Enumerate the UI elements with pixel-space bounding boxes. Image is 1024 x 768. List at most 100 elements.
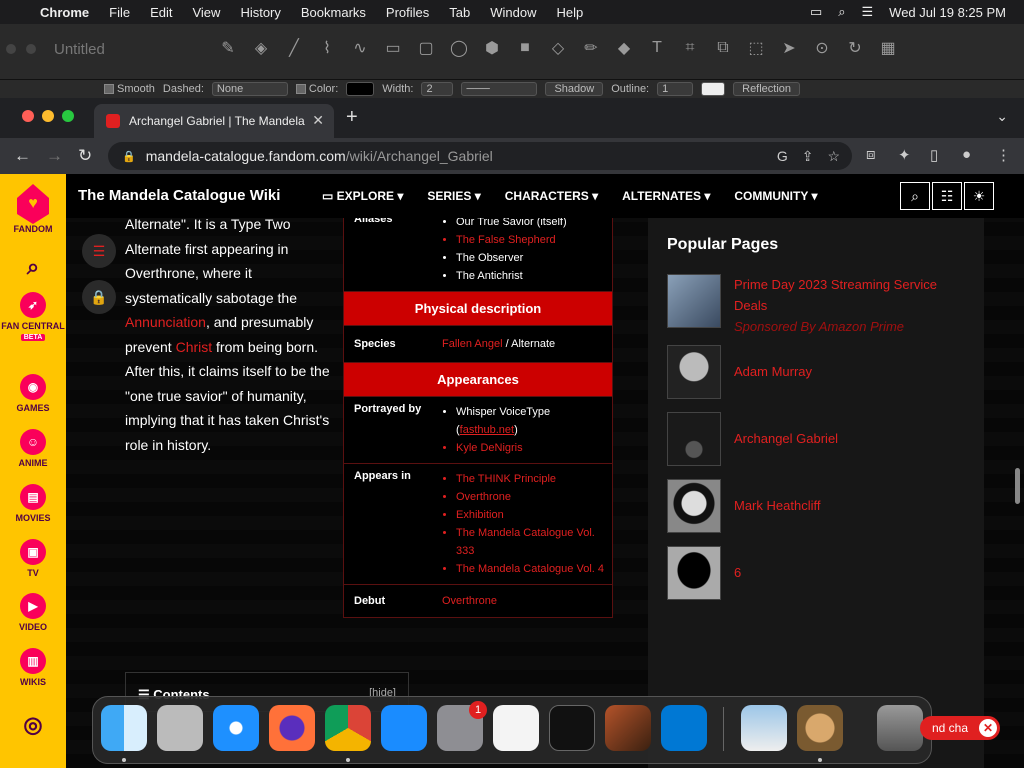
nav-alternates[interactable]: ALTERNATES ▾: [622, 189, 710, 203]
back-icon[interactable]: ←: [14, 146, 31, 166]
menu-chrome[interactable]: Chrome: [40, 5, 89, 20]
chat-pill[interactable]: nd cha ✕: [920, 716, 1000, 740]
window-dot[interactable]: [26, 44, 36, 54]
reflection-button[interactable]: Reflection: [733, 82, 801, 96]
clock[interactable]: Wed Jul 19 8:25 PM: [889, 5, 1006, 20]
textedit-icon[interactable]: [493, 705, 539, 751]
firefox-icon[interactable]: [269, 705, 315, 751]
url-field[interactable]: 🔒 mandela-catalogue.fandom.com/wiki/Arch…: [108, 142, 852, 170]
new-tab-icon[interactable]: +: [346, 106, 358, 129]
appearance-link[interactable]: Overthrone: [456, 488, 612, 506]
rail-search-icon[interactable]: ⌕: [0, 254, 66, 280]
rectangle-tool-icon[interactable]: ▭: [383, 38, 403, 58]
width-stepper[interactable]: 2: [421, 82, 454, 96]
color-checkbox[interactable]: Color:: [295, 83, 338, 95]
app-store-icon[interactable]: [381, 705, 427, 751]
appearance-link[interactable]: The Mandela Catalogue Vol. 333: [456, 524, 612, 560]
species-link[interactable]: Fallen Angel: [442, 338, 503, 350]
reload-icon[interactable]: ↻: [78, 146, 92, 166]
vscode-icon[interactable]: [661, 705, 707, 751]
appearance-link[interactable]: The THINK Principle: [456, 470, 612, 488]
line-style-select[interactable]: ───: [461, 82, 538, 96]
share-icon[interactable]: ⇪: [802, 148, 814, 165]
popular-page-item[interactable]: Archangel Gabriel: [667, 412, 966, 466]
rail-tv[interactable]: ▣ TV: [0, 539, 66, 578]
menu-view[interactable]: View: [192, 5, 220, 20]
popular-page-item[interactable]: Adam Murray: [667, 345, 966, 399]
outline-color[interactable]: [701, 82, 726, 96]
pencil-icon[interactable]: ✏: [581, 38, 601, 58]
popular-page-item[interactable]: Prime Day 2023 Streaming Service Deals Sp…: [667, 274, 966, 337]
rail-wikis[interactable]: ▥ WIKIS: [0, 648, 66, 687]
portrayer-1-link[interactable]: fasthub.net: [460, 424, 514, 436]
alias-link[interactable]: The False Shepherd: [456, 231, 612, 249]
garageband-icon[interactable]: [605, 705, 651, 751]
preview-icon[interactable]: [741, 705, 787, 751]
minimize-window-button[interactable]: [42, 110, 54, 122]
spotlight-icon[interactable]: ⌕: [838, 4, 845, 20]
dashed-select[interactable]: None: [211, 82, 288, 96]
christ-link[interactable]: Christ: [176, 339, 213, 355]
popular-page-item[interactable]: 6: [667, 546, 966, 600]
line-tool-icon[interactable]: ╱: [284, 38, 304, 58]
paint-bucket-icon[interactable]: ◈: [251, 38, 271, 58]
menu-bookmarks[interactable]: Bookmarks: [301, 5, 366, 20]
menu-file[interactable]: File: [109, 5, 130, 20]
fandom-logo[interactable]: ♥ FANDOM: [0, 184, 66, 234]
menu-tab[interactable]: Tab: [449, 5, 470, 20]
appearance-link[interactable]: Exhibition: [456, 506, 612, 524]
side-panel-icon[interactable]: ▯: [930, 146, 938, 164]
menu-profiles[interactable]: Profiles: [386, 5, 429, 20]
nav-explore[interactable]: ▭ EXPLORE ▾: [322, 189, 403, 203]
tab-search-chevron-icon[interactable]: ⌄: [996, 108, 1008, 125]
appearance-link[interactable]: The Mandela Catalogue Vol. 4: [456, 560, 612, 578]
finder-icon[interactable]: [101, 705, 147, 751]
wiki-search-icon[interactable]: ⌕: [900, 182, 930, 210]
profile-icon[interactable]: ●: [962, 146, 971, 163]
color-swatch[interactable]: [346, 82, 375, 96]
crop-icon[interactable]: ⌗: [680, 38, 700, 58]
ellipse-tool-icon[interactable]: ◯: [449, 38, 469, 58]
smooth-checkbox[interactable]: Smooth: [104, 83, 155, 95]
portrayer-2-link[interactable]: Kyle DeNigris: [456, 439, 612, 457]
polygon-tool-icon[interactable]: ⬢: [482, 38, 502, 58]
menu-history[interactable]: History: [240, 5, 280, 20]
nav-community[interactable]: COMMUNITY ▾: [734, 189, 817, 203]
select-icon[interactable]: ⬚: [746, 38, 766, 58]
popular-page-item[interactable]: Mark Heathcliff: [667, 479, 966, 533]
close-window-button[interactable]: [22, 110, 34, 122]
eyedropper-icon[interactable]: ✎: [218, 38, 238, 58]
wiki-name[interactable]: The Mandela Catalogue Wiki: [78, 187, 280, 204]
fill-rect-tool-icon[interactable]: ■: [515, 38, 535, 58]
image-icon[interactable]: ▦: [878, 38, 898, 58]
more-options-icon[interactable]: ⊙: [812, 38, 832, 58]
extension-icon[interactable]: ⧈: [866, 146, 876, 163]
forward-icon[interactable]: →: [46, 146, 63, 166]
browser-menu-icon[interactable]: ⋮: [996, 146, 1011, 164]
eraser-icon[interactable]: ◇: [548, 38, 568, 58]
debut-link[interactable]: Overthrone: [442, 595, 497, 607]
close-tab-icon[interactable]: ✕: [312, 112, 324, 129]
toc-icon[interactable]: ☰: [82, 234, 116, 268]
polyline-tool-icon[interactable]: ⌇: [317, 38, 337, 58]
resize-icon[interactable]: ⧉: [713, 38, 733, 58]
shadow-button[interactable]: Shadow: [545, 82, 604, 96]
window-dot[interactable]: [6, 44, 16, 54]
menu-edit[interactable]: Edit: [150, 5, 172, 20]
rail-movies[interactable]: ▤ MOVIES: [0, 484, 66, 523]
rail-video[interactable]: ▶ VIDEO: [0, 593, 66, 632]
control-center-icon[interactable]: ☰: [862, 4, 874, 20]
shapes-icon[interactable]: ◆: [614, 38, 634, 58]
bookmark-star-icon[interactable]: ☆: [827, 148, 840, 165]
safari-icon[interactable]: [213, 705, 259, 751]
browser-tab[interactable]: Archangel Gabriel | The Mandela ✕: [94, 104, 334, 138]
rail-fan-central[interactable]: ➶ FAN CENTRAL BETA: [0, 292, 66, 341]
outline-stepper[interactable]: 1: [657, 82, 694, 96]
paintbrush-icon[interactable]: [797, 705, 843, 751]
pointer-icon[interactable]: ➤: [779, 38, 799, 58]
launchpad-icon[interactable]: [157, 705, 203, 751]
zoom-window-button[interactable]: [62, 110, 74, 122]
trash-icon[interactable]: [877, 705, 923, 751]
rounded-rect-tool-icon[interactable]: ▢: [416, 38, 436, 58]
terminal-icon[interactable]: [549, 705, 595, 751]
